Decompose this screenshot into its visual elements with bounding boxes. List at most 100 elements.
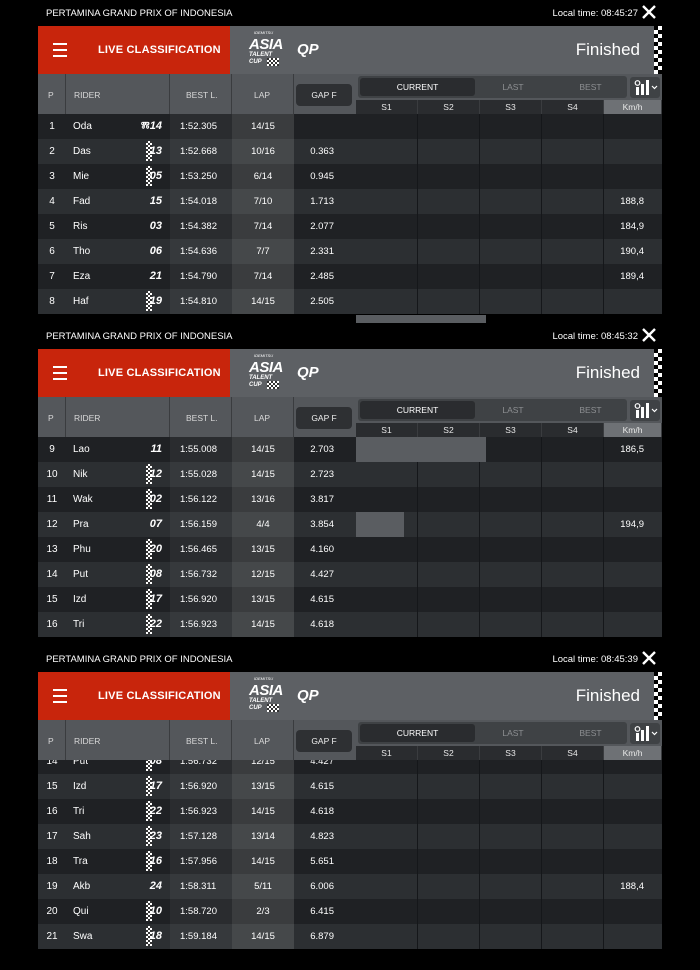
row-speed: [604, 774, 662, 799]
table-row[interactable]: 20 Qui 10 1:58.720 2/3 6.415: [38, 899, 662, 924]
signal-icon: [634, 726, 658, 741]
table-row[interactable]: 15 Izd 17 1:56.920 13/15 4.615: [38, 587, 662, 612]
row-s2: [418, 512, 480, 537]
row-lap: 12/15: [232, 562, 294, 587]
table-row[interactable]: 14 Put 08 1:56.732 12/15 4.427: [38, 760, 662, 774]
table-row[interactable]: 13 Phu 20 1:56.465 13/15 4.160: [38, 537, 662, 562]
row-position: 5: [49, 221, 55, 232]
gap-first-button[interactable]: GAP F: [296, 407, 352, 429]
signal-settings-button[interactable]: [630, 400, 660, 421]
row-rider: Tri: [73, 806, 85, 817]
row-lap: 12/15: [232, 760, 294, 774]
row-rider: Lao: [73, 444, 90, 455]
row-rider: Qui: [73, 906, 89, 917]
row-s2: [418, 612, 480, 637]
row-position: 8: [49, 296, 55, 307]
row-speed: [604, 289, 662, 314]
row-speed: 190,4: [620, 246, 644, 257]
live-classification-tab[interactable]: LIVE CLASSIFICATION: [84, 349, 230, 397]
row-s3: [480, 289, 542, 314]
table-row[interactable]: 3 Mie 05 1:53.250 6/14 0.945: [38, 164, 662, 189]
table-row[interactable]: 10 Nik 12 1:55.028 14/15 2.723: [38, 462, 662, 487]
row-best-lap: 1:54.790: [170, 264, 232, 289]
top-bar: PERTAMINA GRAND PRIX OF INDONESIA Local …: [0, 0, 700, 26]
col-pos: P: [48, 736, 54, 746]
row-s1: [356, 462, 418, 487]
gap-first-button[interactable]: GAP F: [296, 730, 352, 752]
row-s4: [542, 487, 604, 512]
row-s2: [418, 214, 480, 239]
classification-rows: 9 Lao 11 1:55.008 14/15 2.703 186,5 10 Nik 12 1:55…: [38, 437, 662, 646]
row-s1: [356, 289, 418, 314]
table-row[interactable]: 5 Ris 03 1:54.382 7/14 2.077 184,9: [38, 214, 662, 239]
row-s4: [542, 114, 604, 139]
close-icon[interactable]: [641, 4, 657, 20]
row-s4: [542, 924, 604, 949]
row-number: 08: [149, 568, 162, 580]
menu-button[interactable]: [38, 349, 84, 397]
session-label: QP: [297, 41, 319, 58]
table-row[interactable]: 17 Sah 23 1:57.128 13/14 4.823: [38, 824, 662, 849]
signal-settings-button[interactable]: [630, 77, 660, 98]
top-bar: PERTAMINA GRAND PRIX OF INDONESIA Local …: [0, 646, 700, 672]
table-row[interactable]: 4 Fad 15 1:54.018 7/10 1.713 188,8: [38, 189, 662, 214]
gap-first-button[interactable]: GAP F: [296, 84, 352, 106]
table-row[interactable]: 14 Put 08 1:56.732 12/15 4.427: [38, 562, 662, 587]
table-row[interactable]: 7 Eza 21 1:54.790 7/14 2.485 189,4: [38, 264, 662, 289]
row-lap: 13/15: [232, 587, 294, 612]
col-s1: S1: [356, 423, 418, 437]
row-rider: Fad: [73, 196, 91, 207]
table-row[interactable]: 15 Izd 17 1:56.920 13/15 4.615: [38, 774, 662, 799]
row-speed: 194,9: [620, 519, 644, 530]
table-row[interactable]: 19 Akb 24 1:58.311 5/11 6.006 188,4: [38, 874, 662, 899]
row-position: 2: [49, 146, 55, 157]
tab-best[interactable]: BEST: [538, 401, 643, 419]
row-best-lap: 1:55.028: [170, 462, 232, 487]
row-s1: [356, 760, 418, 774]
row-s3: [480, 562, 542, 587]
table-row[interactable]: 9 Lao 11 1:55.008 14/15 2.703 186,5: [38, 437, 662, 462]
row-speed: 189,4: [620, 271, 644, 282]
menu-button[interactable]: [38, 672, 84, 720]
table-row[interactable]: 18 Tra 16 1:57.956 14/15 5.651: [38, 849, 662, 874]
col-speed: Km/h: [604, 423, 662, 437]
table-row[interactable]: 12 Pra 07 1:56.159 4/4 3.854 194,9: [38, 512, 662, 537]
session-label: QP: [297, 364, 319, 381]
tab-best[interactable]: BEST: [538, 724, 643, 742]
row-rider: Mie: [73, 171, 90, 182]
table-header: P RIDER BEST L. LAP GAP F CURRENT LAST B…: [38, 720, 662, 760]
row-rider: Nik: [73, 469, 88, 480]
row-lap: 13/16: [232, 487, 294, 512]
close-icon[interactable]: [641, 327, 657, 343]
table-row[interactable]: 16 Tri 22 1:56.923 14/15 4.618: [38, 799, 662, 824]
row-gap: 4.160: [310, 544, 334, 555]
table-row[interactable]: 21 Swa 18 1:59.184 14/15 6.879: [38, 924, 662, 949]
row-best-lap: 1:56.122: [170, 487, 232, 512]
table-row[interactable]: 16 Tri 22 1:56.923 14/15 4.618: [38, 612, 662, 637]
live-classification-tab[interactable]: LIVE CLASSIFICATION: [84, 26, 230, 74]
close-icon[interactable]: [641, 650, 657, 666]
row-best-lap: 1:54.810: [170, 289, 232, 314]
session-status: Finished: [575, 686, 640, 705]
row-position: 7: [49, 271, 55, 282]
row-s3: [480, 264, 542, 289]
table-row[interactable]: 2 Das 13 1:52.668 10/16 0.363: [38, 139, 662, 164]
tab-best[interactable]: BEST: [538, 78, 643, 96]
table-row[interactable]: 6 Tho 06 1:54.636 7/7 2.331 190,4: [38, 239, 662, 264]
col-s2: S2: [418, 423, 480, 437]
table-row[interactable]: 11 Wak 02 1:56.122 13/16 3.817: [38, 487, 662, 512]
signal-settings-button[interactable]: [630, 723, 660, 744]
row-lap: 14/15: [232, 799, 294, 824]
col-pos: P: [48, 413, 54, 423]
sector-progress: [356, 315, 486, 323]
row-speed: [604, 587, 662, 612]
event-title: PERTAMINA GRAND PRIX OF INDONESIA: [46, 8, 233, 19]
menu-button[interactable]: [38, 26, 84, 74]
row-s3: [480, 139, 542, 164]
table-header: P RIDER BEST L. LAP GAP F CURRENT LAST B…: [38, 397, 662, 437]
row-number: 16: [149, 855, 162, 867]
table-row[interactable]: 1 Oda Ⰿ 14 1:52.305 14/15: [38, 114, 662, 139]
live-classification-tab[interactable]: LIVE CLASSIFICATION: [84, 672, 230, 720]
table-row[interactable]: 8 Haf 19 1:54.810 14/15 2.505: [38, 289, 662, 314]
session-status: Finished: [575, 363, 640, 382]
